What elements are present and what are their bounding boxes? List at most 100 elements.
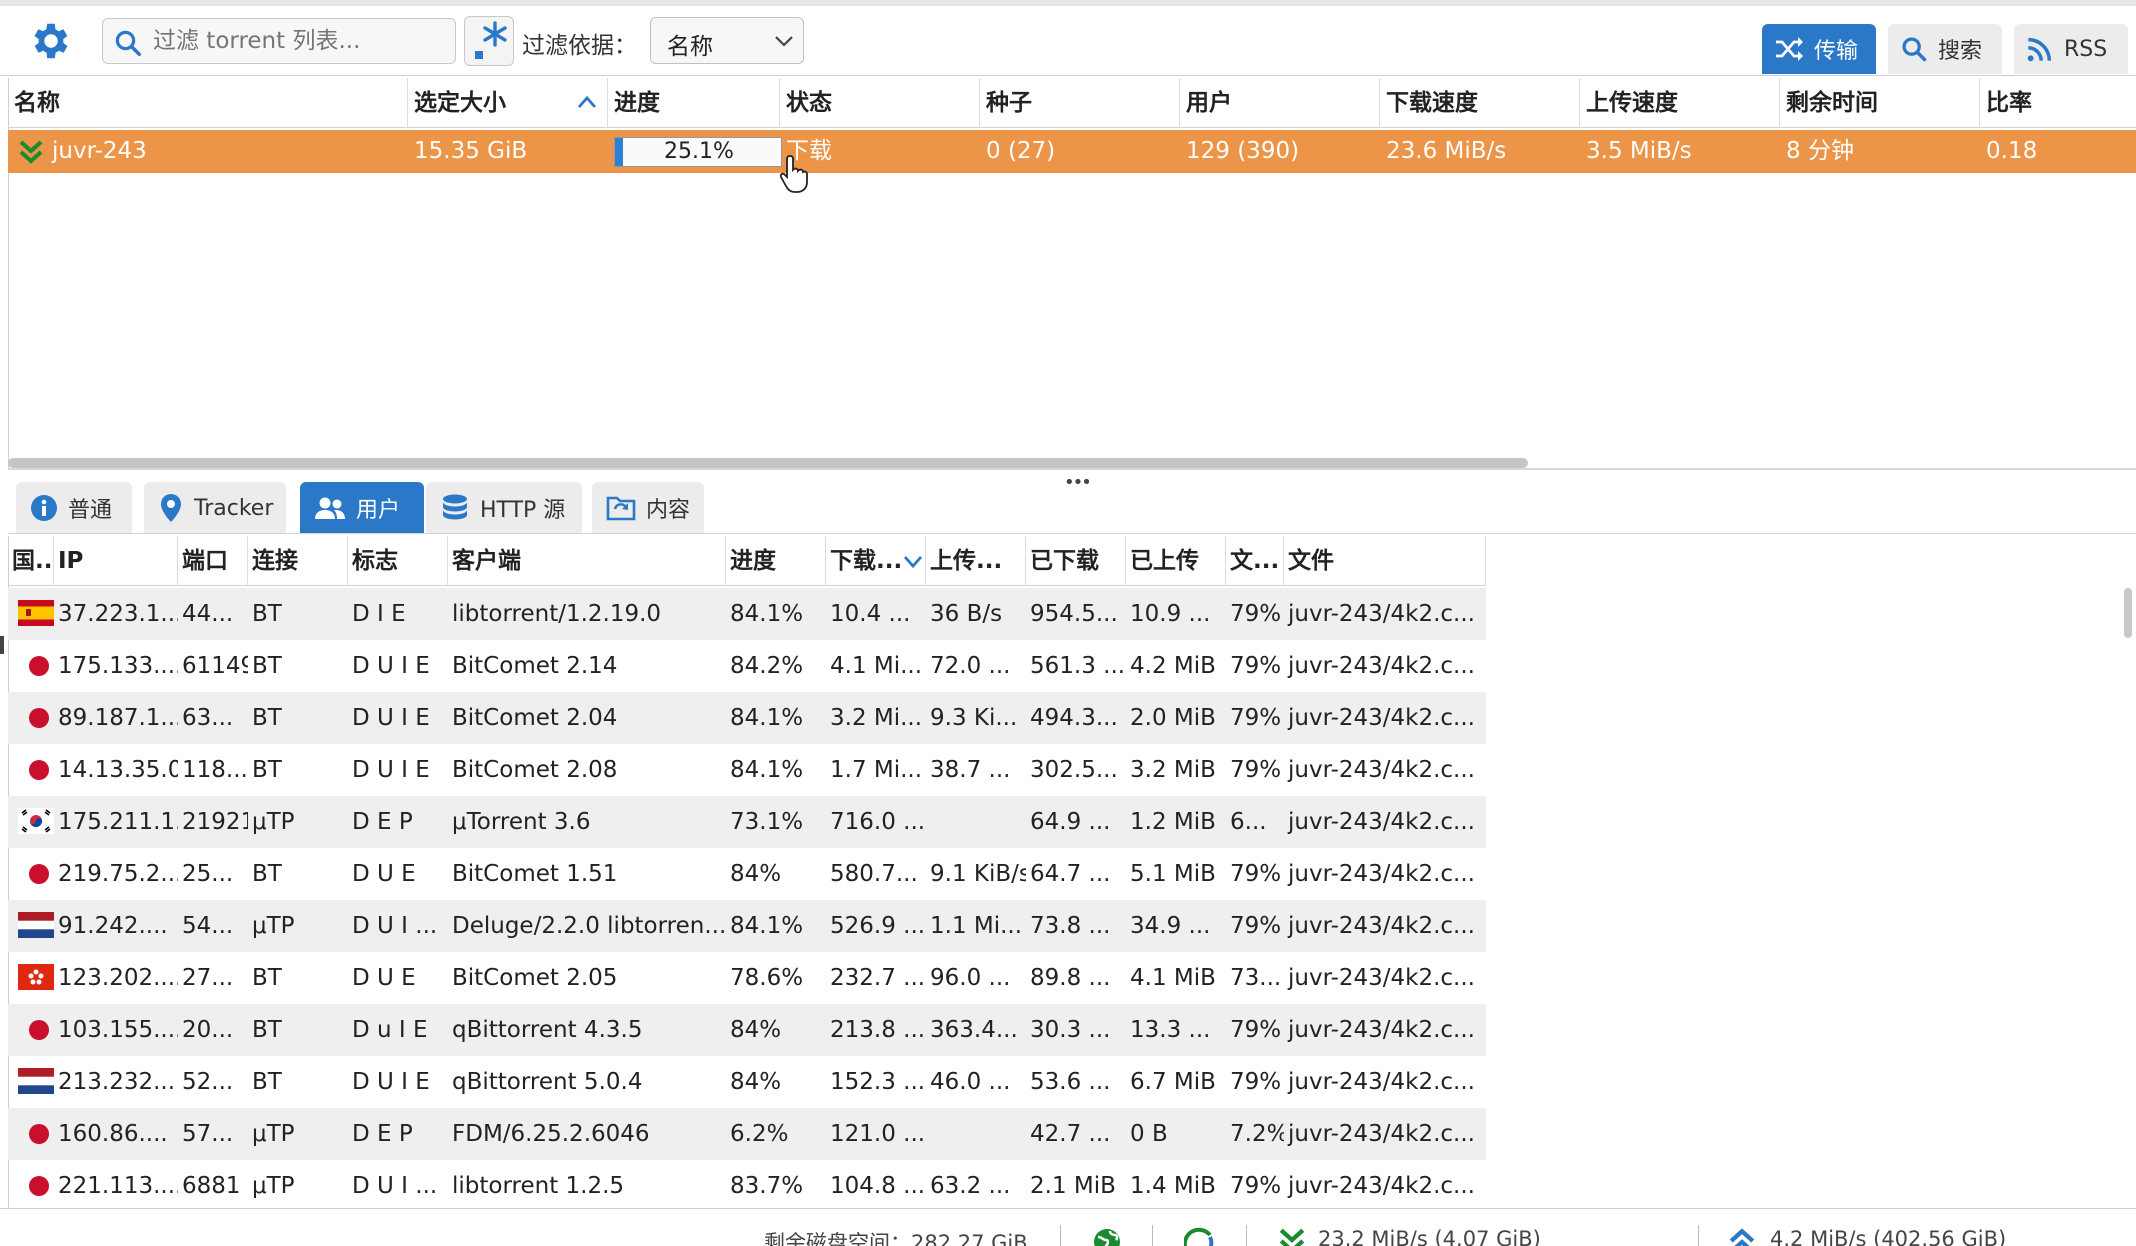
peer-rel: 79%	[1230, 705, 1282, 731]
col-flags[interactable]: 标志	[348, 536, 448, 586]
peer-flags: D U I E	[352, 653, 430, 679]
splitter-grip-icon[interactable]: •••	[1064, 472, 1092, 493]
global-download-speed[interactable]: 23.2 MiB/s (4.07 GiB)	[1318, 1227, 1541, 1246]
peer-client: BitComet 2.08	[452, 757, 618, 783]
peer-row[interactable]: 103.155.... 20... BT D u I E qBittorrent 4.3…	[8, 1004, 1486, 1056]
col-name[interactable]: 名称	[8, 78, 408, 128]
tab-http-sources-label: HTTP 源	[480, 498, 566, 523]
peer-country-cell	[8, 1160, 54, 1212]
global-upload-speed[interactable]: 4.2 MiB/s (402.56 GiB)	[1770, 1227, 2006, 1246]
peer-progress: 84%	[730, 861, 782, 887]
peer-down: 580.7...	[830, 861, 918, 887]
panel-splitter[interactable]	[8, 468, 2136, 470]
tab-tracker[interactable]: Tracker	[144, 482, 286, 534]
col-size[interactable]: 选定大小	[408, 78, 608, 128]
peer-row[interactable]: 175.133.... 61149 BT D U I E BitComet 2.14 84…	[8, 640, 1486, 692]
peer-flags: D E P	[352, 809, 413, 835]
peer-conn: BT	[252, 965, 282, 991]
peer-up: 96.0 ...	[930, 965, 1011, 991]
peer-down: 213.8 ...	[830, 1017, 926, 1043]
col-peers[interactable]: 用户	[1180, 78, 1380, 128]
flag-japan-icon	[29, 1020, 49, 1040]
peer-row[interactable]: 14.13.35.0 118... BT D U I E BitComet 2.08 84…	[8, 744, 1486, 796]
peer-port: 44...	[182, 601, 234, 627]
peer-row[interactable]: 123.202.... 27... BT D U E BitComet 2.05 78.6…	[8, 952, 1486, 1004]
tab-content[interactable]: 内容	[592, 482, 704, 534]
peer-down: 104.8 ...	[830, 1173, 926, 1199]
col-country[interactable]: 国...	[8, 536, 54, 586]
peer-row[interactable]: 213.232... 52... BT D U I E qBittorrent 5.0.…	[8, 1056, 1486, 1108]
peer-down: 10.4 ...	[830, 601, 911, 627]
search-tab-button[interactable]: 搜索	[1888, 24, 2002, 74]
horizontal-scrollbar[interactable]	[8, 458, 1528, 468]
rss-tab-button[interactable]: RSS	[2014, 24, 2128, 74]
peer-row[interactable]: 175.211.1...21921μTP D E P μTorrent 3.6 73.…	[8, 796, 1486, 848]
peer-up: 38.7 ...	[930, 757, 1011, 783]
peer-client: BitComet 2.05	[452, 965, 618, 991]
peer-country-cell	[8, 744, 54, 796]
torrent-filter-box[interactable]	[102, 18, 456, 64]
peer-row[interactable]: 219.75.2... 25... BT D U E BitComet 1.51 84% 5…	[8, 848, 1486, 900]
torrent-eta: 8 分钟	[1786, 138, 1854, 164]
peer-port: 63...	[182, 705, 234, 731]
users-icon	[315, 497, 345, 519]
peer-conn: BT	[252, 757, 282, 783]
col-ratio[interactable]: 比率	[1980, 78, 2136, 128]
peer-progress: 84.1%	[730, 913, 804, 939]
info-icon	[31, 495, 57, 521]
peer-ip: 123.202....	[58, 965, 178, 991]
transfer-tab-button[interactable]: 传输	[1762, 24, 1876, 74]
resize-handle[interactable]	[0, 636, 4, 654]
shuffle-icon	[1776, 37, 1803, 61]
col-seeds[interactable]: 种子	[980, 78, 1180, 128]
col-progress[interactable]: 进度	[608, 78, 780, 128]
peer-file: juvr-243/4k2.c...	[1288, 1069, 1475, 1095]
database-icon	[443, 494, 467, 520]
flag-japan-icon	[29, 708, 49, 728]
col-ip[interactable]: IP	[54, 536, 178, 586]
col-eta[interactable]: 剩余时间	[1780, 78, 1980, 128]
regex-toggle-button[interactable]	[464, 16, 514, 66]
tabs-underline	[8, 533, 2136, 534]
peer-row[interactable]: 221.113.... 6881 μTP D U I ... libtorrent 1.…	[8, 1160, 1486, 1212]
col-connection[interactable]: 连接	[248, 536, 348, 586]
peer-flags: D U I E	[352, 757, 430, 783]
tab-http-sources[interactable]: HTTP 源	[426, 482, 582, 534]
col-files[interactable]: 文件	[1284, 536, 1486, 586]
peer-row[interactable]: 160.86.... 57... μTP D E P FDM/6.25.2.6046 6.…	[8, 1108, 1486, 1160]
dht-globe-icon	[1094, 1229, 1120, 1246]
peer-row[interactable]: 89.187.1... 63... BT D U I E BitComet 2.04 84…	[8, 692, 1486, 744]
col-peer-up[interactable]: 上传...	[926, 536, 1026, 586]
settings-button[interactable]	[28, 18, 74, 64]
peer-file: juvr-243/4k2.c...	[1288, 601, 1475, 627]
peer-down: 121.0 ...	[830, 1121, 926, 1147]
peer-up: 72.0 ...	[930, 653, 1011, 679]
peer-row[interactable]: 91.242.... 54... μTP D U I ... Deluge/2.2.0 …	[8, 900, 1486, 952]
filter-by-value: 名称	[667, 34, 713, 60]
peer-progress: 73.1%	[730, 809, 804, 835]
peer-file: juvr-243/4k2.c...	[1288, 965, 1475, 991]
tab-general[interactable]: 普通	[16, 482, 132, 534]
flag-netherlands-icon	[18, 912, 54, 938]
torrent-name: juvr-243	[52, 138, 147, 164]
peer-flags: D I E	[352, 601, 406, 627]
col-peer-progress[interactable]: 进度	[726, 536, 826, 586]
torrent-filter-input[interactable]	[153, 23, 449, 59]
col-downloaded[interactable]: 已下载	[1026, 536, 1126, 586]
peer-uploaded: 6.7 MiB	[1130, 1069, 1216, 1095]
col-port[interactable]: 端口	[178, 536, 248, 586]
col-up-speed[interactable]: 上传速度	[1580, 78, 1780, 128]
torrent-row[interactable]: juvr-243 15.35 GiB 25.1% 下载 0 (27) 129 (…	[8, 130, 2136, 193]
vertical-scrollbar[interactable]	[2124, 588, 2132, 638]
col-status[interactable]: 状态	[780, 78, 980, 128]
filter-by-select[interactable]: 名称	[650, 17, 804, 64]
col-uploaded[interactable]: 已上传	[1126, 536, 1226, 586]
col-peer-down[interactable]: 下载...	[826, 536, 926, 586]
upload-speed-icon	[1729, 1228, 1755, 1246]
peer-row[interactable]: 37.223.1... 44... BT D I E libtorrent/1.2.19…	[8, 588, 1486, 640]
tab-peers[interactable]: 用户	[300, 482, 424, 534]
col-client[interactable]: 客户端	[448, 536, 726, 586]
col-relevance[interactable]: 文...	[1226, 536, 1284, 586]
col-down-speed[interactable]: 下载速度	[1380, 78, 1580, 128]
search-label: 搜索	[1938, 39, 1983, 64]
